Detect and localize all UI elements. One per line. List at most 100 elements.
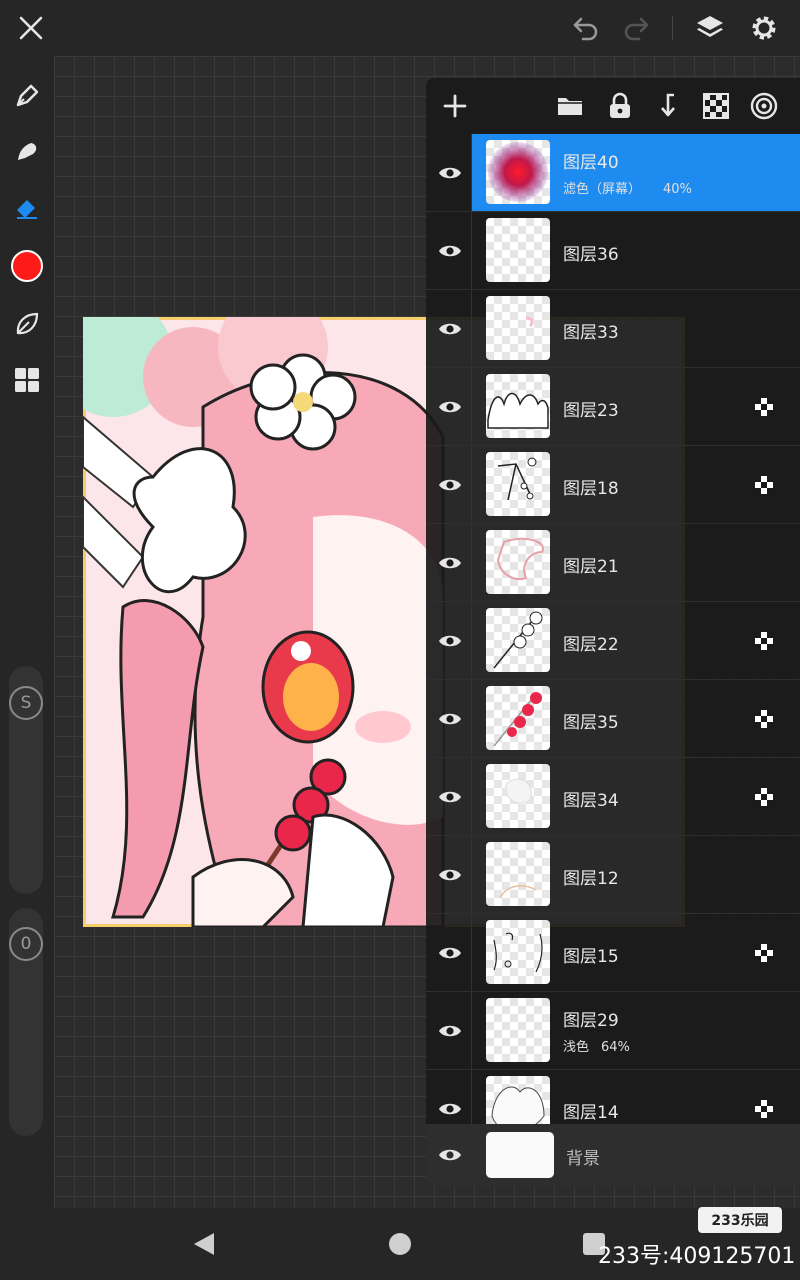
- top-bar: [0, 0, 800, 56]
- eye-icon[interactable]: [434, 391, 466, 423]
- back-icon[interactable]: [192, 1231, 216, 1261]
- layer-thumbnail: [486, 920, 550, 984]
- merge-down-icon[interactable]: [648, 86, 688, 126]
- folder-icon[interactable]: [550, 86, 590, 126]
- layer-name: 图层12: [563, 869, 619, 889]
- layer-list[interactable]: 图层40 滤色（屏幕） 40% 图层36 图层33 图层23 图层18 图层21 图层22 图层3…: [426, 134, 800, 1180]
- eraser-icon[interactable]: [7, 188, 47, 228]
- layer-row[interactable]: 图层34: [426, 758, 800, 836]
- layer-thumbnail: [486, 452, 550, 516]
- alpha-lock-icon[interactable]: [754, 787, 774, 807]
- color-swatch[interactable]: [7, 246, 47, 286]
- layer-blend-info: 滤色（屏幕） 40%: [563, 178, 692, 197]
- layer-name: 图层15: [563, 947, 619, 967]
- layer-blend-info: 浅色 64%: [563, 1036, 630, 1055]
- eye-icon[interactable]: [434, 625, 466, 657]
- smudge-icon[interactable]: [7, 132, 47, 172]
- layer-thumbnail: [486, 764, 550, 828]
- alpha-lock-icon[interactable]: [754, 397, 774, 417]
- eye-icon[interactable]: [434, 469, 466, 501]
- layer-opacity: 64%: [601, 1040, 630, 1055]
- layer-name: 图层35: [563, 713, 619, 733]
- layer-name: 图层33: [563, 323, 619, 343]
- checker-icon[interactable]: [696, 86, 736, 126]
- eye-icon[interactable]: [434, 157, 466, 189]
- eye-icon[interactable]: [434, 1139, 466, 1171]
- layer-thumbnail: [486, 296, 550, 360]
- brush-icon[interactable]: [7, 76, 47, 116]
- alpha-lock-icon[interactable]: [754, 475, 774, 495]
- lock-icon[interactable]: [600, 86, 640, 126]
- brush-opacity-label: 0: [9, 927, 43, 961]
- row-divider: [471, 368, 472, 445]
- layer-name: 图层22: [563, 635, 619, 655]
- layer-row[interactable]: 图层21: [426, 524, 800, 602]
- layer-name: 图层14: [563, 1103, 619, 1123]
- alpha-lock-icon[interactable]: [754, 1099, 774, 1119]
- background-thumbnail: [486, 1132, 554, 1178]
- layer-thumbnail: [486, 218, 550, 282]
- eye-icon[interactable]: [434, 313, 466, 345]
- alpha-lock-icon[interactable]: [754, 631, 774, 651]
- layer-name: 图层18: [563, 479, 619, 499]
- target-icon[interactable]: [744, 86, 784, 126]
- left-toolbar: S 0: [0, 56, 54, 1208]
- row-divider: [471, 212, 472, 289]
- add-layer-icon[interactable]: [435, 86, 475, 126]
- eye-icon[interactable]: [434, 1015, 466, 1047]
- eye-icon[interactable]: [434, 547, 466, 579]
- layer-row[interactable]: 图层36: [426, 212, 800, 290]
- layer-name: 图层40: [563, 153, 619, 173]
- layer-opacity: 40%: [663, 182, 692, 197]
- row-divider: [471, 602, 472, 679]
- layer-thumbnail: [486, 998, 550, 1062]
- eye-icon[interactable]: [434, 235, 466, 267]
- layer-row[interactable]: 图层12: [426, 836, 800, 914]
- layer-name: 图层23: [563, 401, 619, 421]
- layer-row[interactable]: 图层29 浅色 64%: [426, 992, 800, 1070]
- settings-icon[interactable]: [744, 8, 784, 48]
- layer-row[interactable]: 图层23: [426, 368, 800, 446]
- grid-icon[interactable]: [7, 360, 47, 400]
- home-icon[interactable]: [389, 1233, 411, 1255]
- layer-thumbnail: [486, 686, 550, 750]
- row-divider: [471, 524, 472, 601]
- layer-row[interactable]: 图层33: [426, 290, 800, 368]
- redo-icon[interactable]: [616, 8, 656, 48]
- row-divider: [471, 680, 472, 757]
- layer-blend-mode: 浅色: [563, 1040, 590, 1055]
- layer-row[interactable]: 图层18: [426, 446, 800, 524]
- row-divider: [471, 992, 472, 1069]
- background-layer-name: 背景: [566, 1149, 600, 1169]
- watermark-id-text: 233号:409125701: [598, 1244, 796, 1269]
- leaf-icon[interactable]: [7, 304, 47, 344]
- layer-thumbnail: [486, 140, 550, 204]
- row-divider: [471, 134, 472, 211]
- eye-icon[interactable]: [434, 781, 466, 813]
- layer-panel-toolbar: [426, 78, 800, 134]
- alpha-lock-icon[interactable]: [754, 943, 774, 963]
- layers-icon[interactable]: [690, 8, 730, 48]
- alpha-lock-icon[interactable]: [754, 709, 774, 729]
- eye-icon[interactable]: [434, 1093, 466, 1125]
- row-divider: [471, 758, 472, 835]
- brush-size-label: S: [9, 686, 43, 720]
- eye-icon[interactable]: [434, 859, 466, 891]
- layer-thumbnail: [486, 530, 550, 594]
- eye-icon[interactable]: [434, 703, 466, 735]
- undo-icon[interactable]: [566, 8, 606, 48]
- layer-name: 图层29: [563, 1011, 619, 1031]
- row-divider: [471, 914, 472, 991]
- watermark-badge: 233乐园: [698, 1207, 782, 1233]
- layer-row[interactable]: 图层35: [426, 680, 800, 758]
- eye-icon[interactable]: [434, 937, 466, 969]
- layer-name: 图层34: [563, 791, 619, 811]
- background-layer-row[interactable]: 背景: [426, 1124, 800, 1186]
- layer-row[interactable]: 图层22: [426, 602, 800, 680]
- row-divider: [471, 290, 472, 367]
- layer-name: 图层36: [563, 245, 619, 265]
- close-icon[interactable]: [11, 8, 51, 48]
- layer-panel: 图层40 滤色（屏幕） 40% 图层36 图层33 图层23 图层18 图层21 图层22 图层3…: [426, 78, 800, 1186]
- layer-row[interactable]: 图层40 滤色（屏幕） 40%: [426, 134, 800, 212]
- layer-row[interactable]: 图层15: [426, 914, 800, 992]
